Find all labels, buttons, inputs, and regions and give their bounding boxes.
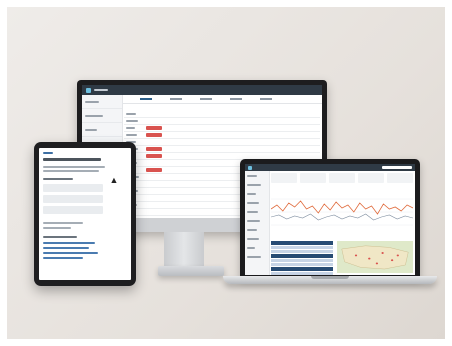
table-row[interactable] [124,139,320,146]
laptop-screen [245,164,415,275]
map-marker-icon [381,252,384,254]
map-marker-icon [354,254,358,257]
document-link[interactable] [43,247,89,249]
table-row[interactable] [271,250,333,253]
table-row[interactable] [124,118,320,125]
kpi-row [271,173,413,183]
table-row[interactable] [124,146,320,153]
map-svg [341,245,409,270]
table-header [271,254,333,258]
data-table [271,241,333,275]
table-row[interactable] [271,272,333,275]
kpi-card[interactable] [271,173,297,183]
sidebar-item[interactable] [245,243,269,252]
status-badge [146,154,162,158]
kpi-card[interactable] [387,173,413,183]
table-row[interactable] [271,246,333,249]
sidebar-item[interactable] [82,123,122,137]
map-marker-icon [396,254,399,257]
page-title [43,158,101,161]
document-link[interactable] [43,242,95,244]
sidebar-item[interactable] [245,198,269,207]
table-row[interactable] [271,259,333,262]
upload-icon[interactable]: ▲ [107,172,121,188]
kpi-card[interactable] [358,173,384,183]
status-badge [146,126,162,130]
map-marker-icon [368,257,371,260]
sidebar-item[interactable] [245,171,269,180]
table-header [271,241,333,245]
sidebar-item[interactable] [82,95,122,109]
tab[interactable] [140,98,152,100]
desktop-tabs [122,95,322,104]
sidebar-item[interactable] [245,252,269,261]
document-link[interactable] [43,252,98,254]
tablet-screen: ▲ [39,148,131,280]
info-card[interactable] [43,184,103,192]
tab[interactable] [230,98,242,100]
tab[interactable] [260,98,272,100]
table-header [271,267,333,271]
monitor-stand-neck [164,232,204,270]
tab[interactable] [170,98,182,100]
sidebar-item[interactable] [82,109,122,123]
monitor-stand-foot [158,266,224,276]
app-logo-icon [248,165,252,170]
trend-chart-svg [270,198,414,226]
status-badge [146,147,162,151]
back-link[interactable] [43,152,53,154]
section-heading [43,236,77,238]
search-input[interactable] [382,166,412,169]
badge-glyph: ▲ [109,175,119,185]
tab[interactable] [200,98,212,100]
kpi-card[interactable] [329,173,355,183]
map-marker-icon [375,262,379,265]
sidebar-item[interactable] [245,189,269,198]
document-link[interactable] [43,257,83,259]
product-scene: ▲ [7,7,445,339]
laptop-sidebar [245,171,270,275]
app-logo-icon [86,87,91,93]
kpi-card[interactable] [300,173,326,183]
desktop-app-header [82,85,322,95]
table-row[interactable] [124,125,320,132]
sidebar-item[interactable] [245,207,269,216]
section-heading [43,178,73,180]
status-badge [146,168,162,172]
status-badge [146,133,162,137]
location-map[interactable] [337,241,413,273]
laptop-notch [311,276,349,279]
table-row[interactable] [271,263,333,266]
laptop-dashboard [270,173,414,275]
text-line [43,170,99,172]
info-card[interactable] [43,195,103,203]
laptop-device [240,159,420,278]
table-row[interactable] [124,132,320,139]
text-line [43,166,105,168]
sidebar-item[interactable] [245,216,269,225]
secondary-trend-line [270,213,414,221]
sidebar-item[interactable] [245,225,269,234]
sidebar-item[interactable] [245,180,269,189]
text-line [43,227,71,229]
tablet-device: ▲ [34,142,136,286]
map-marker-icon [390,259,394,262]
app-name-placeholder [94,89,108,91]
text-line [43,222,83,224]
info-card[interactable] [43,206,103,214]
table-row[interactable] [124,111,320,118]
trend-chart [270,187,414,237]
sidebar-item[interactable] [245,234,269,243]
laptop-app-header [245,164,415,171]
